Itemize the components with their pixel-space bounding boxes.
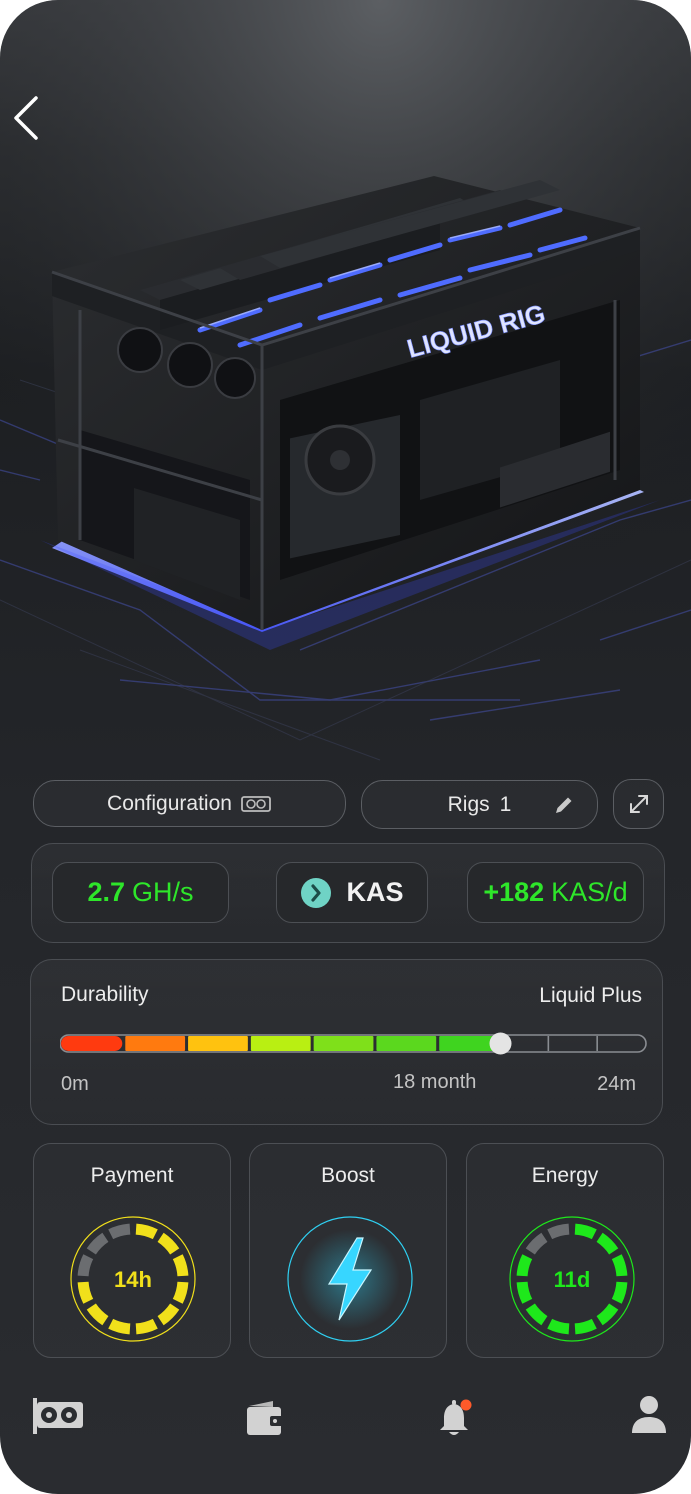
energy-title: Energy — [531, 1164, 599, 1187]
boost-title: Boost — [321, 1164, 375, 1187]
rigs-count: 1 — [499, 792, 512, 816]
pencil-icon[interactable] — [553, 794, 575, 816]
durability-segment — [188, 1036, 248, 1051]
gauge-segment — [86, 1232, 109, 1255]
hashrate-value: 2.7 — [87, 877, 126, 907]
kaspa-coin-icon — [301, 877, 332, 908]
gauge-segment — [525, 1232, 548, 1255]
back-button[interactable] — [6, 92, 46, 144]
rigs-selector[interactable]: Rigs 1 — [361, 780, 598, 829]
durability-bar — [60, 1032, 647, 1055]
gauge-segment — [172, 1281, 189, 1304]
gauge-segment — [77, 1281, 94, 1304]
gauge-segment — [547, 1318, 570, 1335]
payment-title: Payment — [90, 1164, 174, 1187]
energy-value: 11d — [554, 1267, 591, 1292]
coin-symbol: KAS — [346, 877, 404, 907]
energy-card[interactable]: Energy 11d — [466, 1143, 664, 1358]
earnings-value: +182 — [483, 877, 545, 907]
gauge-segment — [574, 1318, 597, 1335]
hashrate-badge: 2.7 GH/s — [52, 862, 229, 923]
rigs-icon[interactable] — [30, 1395, 86, 1437]
bell-icon[interactable] — [436, 1396, 476, 1440]
gauge-segment — [547, 1223, 570, 1240]
gauge-segment — [135, 1223, 158, 1240]
durability-start-label: 0m — [61, 1073, 89, 1095]
gauge-segment — [516, 1281, 533, 1304]
durability-panel: Durability Liquid Plus 0m 18 month 24m — [30, 959, 663, 1125]
expand-icon — [629, 795, 648, 813]
earnings-badge: +182 KAS/d — [467, 862, 644, 923]
coin-badge[interactable]: KAS — [276, 862, 428, 923]
notification-dot — [460, 1399, 472, 1411]
durability-segment — [376, 1036, 437, 1051]
rigs-label: Rigs — [447, 792, 490, 816]
payment-value: 14h — [114, 1267, 152, 1292]
expand-button[interactable] — [613, 779, 664, 829]
payment-gauge: 14h — [70, 1216, 196, 1342]
gauge-segment — [596, 1303, 619, 1326]
energy-gauge: 11d — [509, 1216, 635, 1342]
gauge-segment — [596, 1232, 619, 1255]
durability-knob — [489, 1032, 512, 1055]
configuration-label: Configuration — [107, 791, 232, 815]
durability-segment — [125, 1036, 186, 1051]
durability-segment — [250, 1036, 311, 1051]
profile-icon[interactable] — [629, 1393, 669, 1435]
configuration-button[interactable]: Configuration — [33, 780, 346, 827]
gauge-segment — [172, 1254, 189, 1277]
plan-label: Liquid Plus — [539, 984, 642, 1007]
durability-segment — [313, 1036, 374, 1051]
payment-card[interactable]: Payment 14h — [33, 1143, 231, 1358]
rig-illustration: LIQUID RIG — [0, 0, 691, 770]
gauge-segment — [574, 1223, 597, 1240]
hashrate-unit: GH/s — [132, 877, 194, 907]
gauge-segment — [611, 1254, 628, 1277]
durability-segment — [61, 1036, 123, 1051]
gauge-segment — [135, 1318, 158, 1335]
gauge-segment — [157, 1232, 180, 1255]
gauge-segment — [86, 1303, 109, 1326]
durability-label: Durability — [61, 983, 149, 1006]
gauge-segment — [157, 1303, 180, 1326]
earnings-unit: KAS/d — [551, 877, 628, 907]
gauge-segment — [611, 1281, 628, 1304]
boost-gauge — [287, 1216, 413, 1342]
boost-card[interactable]: Boost — [249, 1143, 447, 1358]
gauge-segment — [77, 1254, 94, 1277]
gauge-segment — [525, 1303, 548, 1326]
gauge-segment — [108, 1318, 131, 1335]
durability-current-label: 18 month — [393, 1071, 477, 1093]
gauge-segment — [108, 1223, 131, 1240]
gauge-segment — [516, 1254, 533, 1277]
wallet-icon[interactable] — [245, 1398, 285, 1438]
app-screen: LIQUID RIG Configuration Rigs 1 2.7 GH/s… — [0, 0, 691, 1494]
durability-end-label: 24m — [597, 1073, 636, 1095]
gpu-card-icon — [241, 795, 271, 812]
